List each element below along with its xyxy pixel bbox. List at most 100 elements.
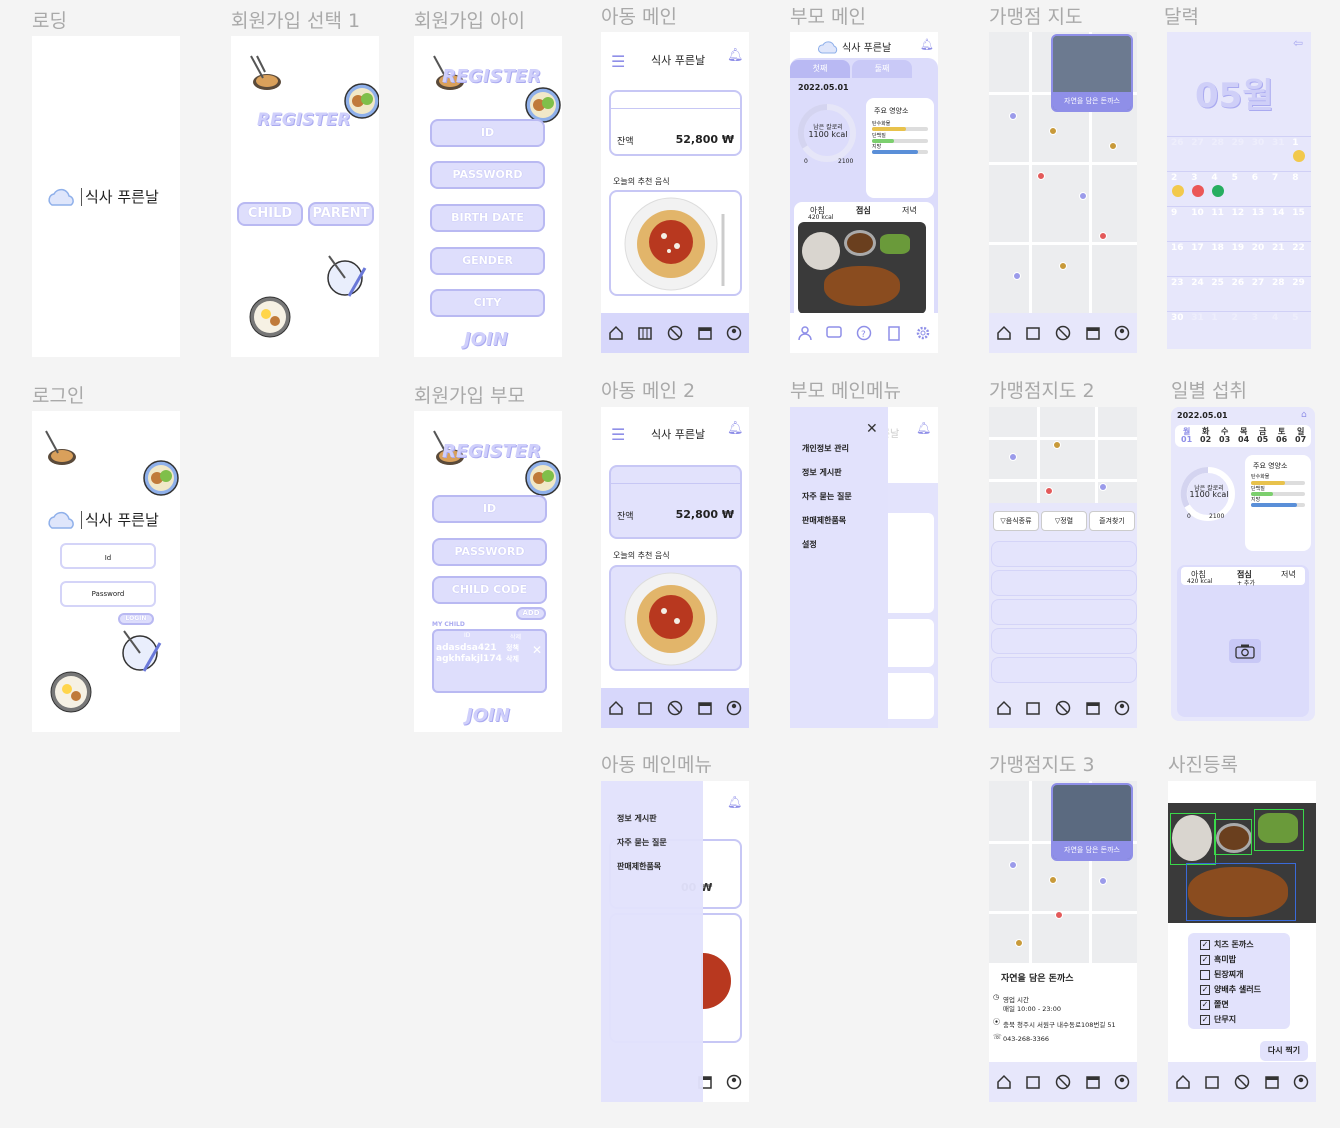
calendar-day[interactable]: 25	[1211, 278, 1224, 288]
profile-icon[interactable]	[1112, 698, 1132, 718]
weekday-date[interactable]: 06	[1276, 435, 1287, 444]
profile-icon[interactable]	[1291, 1072, 1311, 1092]
menu-item[interactable]: 개인정보 관리	[802, 443, 852, 454]
menu-item[interactable]: 정보 게시판	[617, 813, 667, 824]
join-button[interactable]: JOIN	[464, 329, 508, 350]
calendar-day[interactable]: 4	[1272, 313, 1278, 323]
calendar-day[interactable]: 5	[1292, 313, 1298, 323]
store-thumbnail[interactable]: 자연을 담은 돈까스	[1051, 783, 1133, 861]
detected-item[interactable]: ✓ 쫄면	[1200, 999, 1261, 1010]
weekday-date[interactable]: 04	[1238, 435, 1249, 444]
home-icon[interactable]	[994, 698, 1014, 718]
calendar-day[interactable]: 28	[1211, 138, 1224, 148]
tab-second-child[interactable]: 둘째	[852, 60, 912, 78]
no-food-icon[interactable]	[1053, 323, 1073, 343]
calendar-day[interactable]: 22	[1292, 243, 1305, 253]
password-input[interactable]: Password	[60, 581, 156, 607]
map-icon[interactable]	[1023, 1072, 1043, 1092]
filter-favorites[interactable]: 즐겨찾기	[1089, 511, 1135, 531]
parent-button[interactable]: PARENT	[308, 202, 374, 226]
weekday-date[interactable]: 01	[1181, 435, 1192, 444]
calendar-day[interactable]: 31	[1272, 138, 1285, 148]
calendar-day[interactable]: 30	[1252, 138, 1265, 148]
weekday-date[interactable]: 07	[1295, 435, 1306, 444]
map-icon[interactable]	[635, 323, 655, 343]
home-icon[interactable]	[606, 698, 626, 718]
recommend-food-card[interactable]	[609, 190, 742, 296]
menu-item[interactable]: 자주 묻는 질문	[802, 491, 852, 502]
weekday-date[interactable]: 03	[1219, 435, 1230, 444]
menu-item[interactable]: 정보 게시판	[802, 467, 852, 478]
calendar-day[interactable]: 29	[1292, 278, 1305, 288]
calendar-day[interactable]: 19	[1232, 243, 1245, 253]
bell-icon[interactable]: 🔔︎	[727, 795, 742, 809]
add-child-button[interactable]: ADD	[516, 607, 546, 620]
menu-item[interactable]: 자주 묻는 질문	[617, 837, 667, 848]
store-phone[interactable]: 043-268-3366	[1003, 1035, 1049, 1043]
calendar-icon[interactable]	[1262, 1072, 1282, 1092]
checkbox-icon[interactable]: ✓	[1200, 999, 1210, 1010]
calendar-icon[interactable]	[1083, 698, 1103, 718]
id-input[interactable]: Id	[60, 543, 156, 569]
detected-item[interactable]: ✓ 양배추 샐러드	[1200, 984, 1261, 995]
user-icon[interactable]	[795, 323, 815, 343]
calendar-day[interactable]: 8	[1292, 173, 1298, 183]
gear-icon[interactable]	[913, 323, 933, 343]
child-edit-button[interactable]: 정책	[506, 643, 519, 653]
profile-icon[interactable]	[1112, 323, 1132, 343]
profile-icon[interactable]	[724, 1072, 744, 1092]
calendar-day[interactable]: 12	[1232, 208, 1245, 218]
calendar-day[interactable]: 31	[1191, 313, 1204, 323]
calendar-day[interactable]: 30	[1171, 313, 1184, 323]
child-code-field[interactable]: CHILD CODE	[432, 576, 547, 604]
password-field[interactable]: PASSWORD	[430, 161, 545, 189]
map-icon[interactable]	[1023, 323, 1043, 343]
map-icon[interactable]	[635, 698, 655, 718]
calendar-day[interactable]: 6	[1252, 173, 1258, 183]
chat-icon[interactable]	[824, 323, 844, 343]
checkbox-icon[interactable]	[1200, 969, 1210, 980]
menu-item[interactable]: 판매제한품목	[802, 515, 852, 526]
bell-icon[interactable]: 🔔︎	[727, 48, 744, 63]
login-button[interactable]: LOGIN	[118, 613, 154, 625]
help-icon[interactable]: ?	[854, 323, 874, 343]
calendar-day[interactable]: 23	[1171, 278, 1184, 288]
map-icon[interactable]	[1202, 1072, 1222, 1092]
no-food-icon[interactable]	[1232, 1072, 1252, 1092]
store-list-item[interactable]	[991, 541, 1137, 567]
filter-sort[interactable]: ▽정렬	[1041, 511, 1087, 531]
meal-tab-dinner[interactable]: 저녁	[902, 205, 917, 216]
map-icon[interactable]	[1023, 698, 1043, 718]
store-list-item[interactable]	[991, 657, 1137, 683]
calendar-day[interactable]: 15	[1292, 208, 1305, 218]
calendar-day[interactable]: 13	[1252, 208, 1265, 218]
bell-icon[interactable]: 🔔︎	[727, 421, 744, 436]
home-icon[interactable]	[994, 323, 1014, 343]
store-thumbnail[interactable]: 자연을 담은 돈까스	[1051, 34, 1133, 112]
detected-item[interactable]: 된장찌개	[1200, 969, 1261, 980]
id-field[interactable]: ID	[430, 119, 545, 147]
filter-food-type[interactable]: ▽음식종류	[993, 511, 1039, 531]
store-list-item[interactable]	[991, 599, 1137, 625]
detected-item[interactable]: ✓ 치즈 돈까스	[1200, 939, 1261, 950]
child-button[interactable]: CHILD	[237, 202, 303, 226]
no-food-icon[interactable]	[665, 323, 685, 343]
calendar-day[interactable]: 2	[1171, 173, 1177, 183]
checkbox-icon[interactable]: ✓	[1200, 939, 1210, 950]
meal-tab-dinner[interactable]: 저녁	[1281, 569, 1296, 580]
home-icon[interactable]	[1173, 1072, 1193, 1092]
checkbox-icon[interactable]: ✓	[1200, 984, 1210, 995]
detected-item[interactable]: ✓ 단무지	[1200, 1014, 1261, 1025]
calendar-day[interactable]: 11	[1211, 208, 1224, 218]
id-field[interactable]: ID	[432, 495, 547, 523]
join-button[interactable]: JOIN	[466, 705, 510, 726]
close-icon[interactable]: ✕	[532, 643, 542, 657]
calendar-day[interactable]: 26	[1232, 278, 1245, 288]
calendar-day[interactable]: 28	[1272, 278, 1285, 288]
calendar-day[interactable]: 5	[1232, 173, 1238, 183]
store-list-item[interactable]	[991, 628, 1137, 654]
bell-icon[interactable]: 🔔︎	[920, 38, 934, 51]
hamburger-menu-icon[interactable]: ☰	[611, 425, 625, 444]
bell-icon[interactable]: 🔔︎	[916, 421, 931, 435]
weekday-date[interactable]: 02	[1200, 435, 1211, 444]
